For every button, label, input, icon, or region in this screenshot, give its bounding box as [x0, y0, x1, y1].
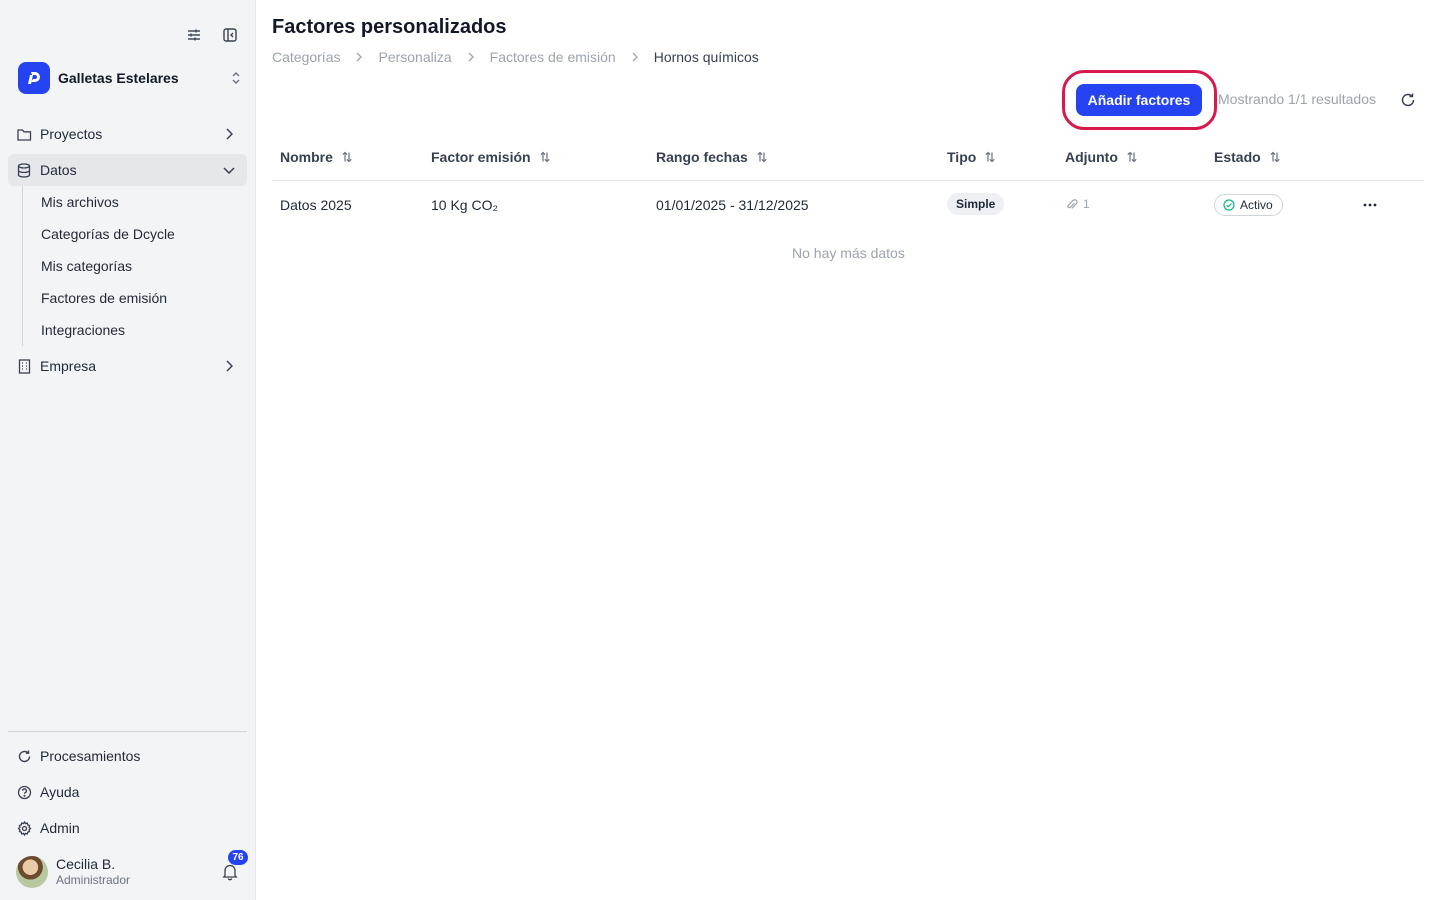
subnav-item-categorias-dcycle[interactable]: Categorías de Dcycle [41, 222, 175, 246]
column-label: Tipo [947, 149, 977, 165]
status-label: Activo [1240, 198, 1273, 212]
type-badge: Simple [947, 193, 1005, 215]
column-label: Estado [1214, 149, 1261, 165]
breadcrumb-categorias[interactable]: Categorías [272, 49, 340, 65]
sort-icon [1269, 151, 1281, 163]
collapse-sidebar-icon[interactable] [221, 26, 239, 44]
building-icon [16, 358, 32, 374]
chevron-right-icon [221, 358, 237, 374]
org-name: Galletas Estelares [58, 70, 179, 86]
cell-nombre: Datos 2025 [280, 197, 352, 213]
refresh-icon [16, 748, 32, 764]
sliders-icon[interactable] [185, 26, 203, 44]
chevron-up-down-icon [228, 70, 244, 86]
sidebar-top-actions [185, 26, 239, 44]
column-nombre[interactable]: Nombre [280, 149, 353, 165]
chevron-right-icon [221, 126, 237, 142]
column-label: Nombre [280, 149, 333, 165]
main-content: Factores personalizados Categorías Perso… [256, 0, 1440, 900]
notifications-button[interactable]: 76 [222, 850, 248, 881]
refresh-icon[interactable] [1399, 91, 1417, 109]
sort-icon [341, 151, 353, 163]
sidebar-item-datos[interactable]: Datos [8, 154, 247, 186]
sidebar-item-empresa[interactable]: Empresa [8, 350, 247, 382]
sidebar-item-label: Procesamientos [40, 748, 141, 764]
dcycle-logo [18, 62, 50, 94]
column-label: Rango fechas [656, 149, 748, 165]
column-rango-fechas[interactable]: Rango fechas [656, 149, 768, 165]
help-icon [16, 784, 32, 800]
status-badge: Activo [1214, 194, 1283, 216]
sort-icon [539, 151, 551, 163]
subnav-item-integraciones[interactable]: Integraciones [41, 318, 125, 342]
gear-icon [16, 820, 32, 836]
sidebar-item-label: Datos [40, 162, 77, 178]
sidebar-item-label: Proyectos [40, 126, 103, 142]
sidebar-divider [8, 731, 247, 732]
datos-subnav: Mis archivos Categorías de Dcycle Mis ca… [22, 186, 175, 346]
breadcrumb-personaliza[interactable]: Personaliza [378, 49, 451, 65]
add-factors-button[interactable]: Añadir factores [1076, 84, 1202, 116]
column-adjunto[interactable]: Adjunto [1065, 149, 1138, 165]
cell-factor-emision: 10 Kg CO₂ [431, 197, 498, 213]
sort-icon [1126, 151, 1138, 163]
sidebar-item-label: Ayuda [40, 784, 80, 800]
column-label: Adjunto [1065, 149, 1118, 165]
user-name: Cecilia B. [56, 856, 116, 872]
sidebar-item-label: Admin [40, 820, 80, 836]
no-more-data-note: No hay más datos [792, 245, 905, 261]
breadcrumb-factores-emision[interactable]: Factores de emisión [490, 49, 616, 65]
sidebar-item-proyectos[interactable]: Proyectos [8, 118, 247, 150]
subnav-item-factores-emision[interactable]: Factores de emisión [41, 286, 167, 310]
table-header: Nombre Factor emisión Rango fechas Tipo … [272, 140, 1424, 181]
results-count: Mostrando 1/1 resultados [1218, 91, 1376, 107]
subnav-item-mis-archivos[interactable]: Mis archivos [41, 190, 119, 214]
page-title: Factores personalizados [272, 16, 507, 38]
sidebar-item-admin[interactable]: Admin [8, 812, 247, 844]
chevron-right-icon [464, 50, 478, 64]
avatar [16, 856, 48, 888]
column-label: Factor emisión [431, 149, 531, 165]
sort-icon [984, 151, 996, 163]
table-row[interactable]: Datos 2025 10 Kg CO₂ 01/01/2025 - 31/12/… [272, 181, 1424, 229]
breadcrumb-current: Hornos químicos [653, 49, 759, 65]
breadcrumb: Categorías Personaliza Factores de emisi… [272, 49, 759, 65]
sidebar-item-procesamientos[interactable]: Procesamientos [8, 740, 247, 772]
check-circle-icon [1223, 199, 1235, 211]
sidebar: Galletas Estelares Proyectos Datos Mis a… [0, 0, 256, 900]
column-estado[interactable]: Estado [1214, 149, 1281, 165]
sidebar-item-ayuda[interactable]: Ayuda [8, 776, 247, 808]
folder-icon [16, 126, 32, 142]
column-factor-emision[interactable]: Factor emisión [431, 149, 551, 165]
user-profile[interactable]: Cecilia B. Administrador 76 [16, 850, 248, 889]
bell-icon [222, 864, 238, 885]
org-selector[interactable]: Galletas Estelares [18, 62, 244, 94]
user-role: Administrador [56, 873, 131, 887]
more-options-icon[interactable] [1360, 195, 1380, 215]
subnav-item-mis-categorias[interactable]: Mis categorías [41, 254, 132, 278]
sort-icon [756, 151, 768, 163]
cell-rango-fechas: 01/01/2025 - 31/12/2025 [656, 197, 809, 213]
chevron-down-icon [221, 162, 237, 178]
chevron-right-icon [352, 50, 366, 64]
database-icon [16, 162, 32, 178]
column-tipo[interactable]: Tipo [947, 149, 996, 165]
attachment-count: 1 [1083, 197, 1090, 211]
sidebar-item-label: Empresa [40, 358, 97, 374]
paperclip-icon [1065, 198, 1078, 211]
notification-count-badge: 76 [228, 850, 248, 865]
chevron-right-icon [628, 50, 642, 64]
attachment-link[interactable]: 1 [1065, 197, 1090, 211]
